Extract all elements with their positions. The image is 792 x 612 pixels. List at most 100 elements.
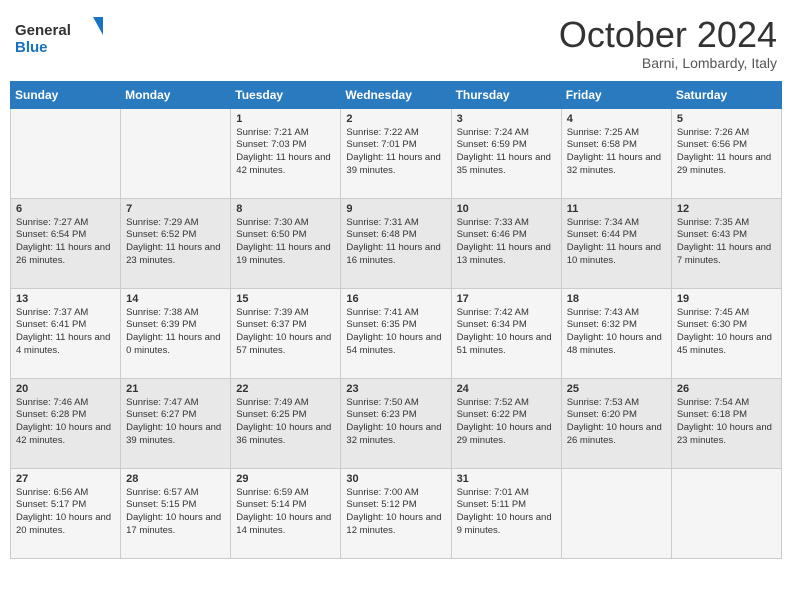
calendar-table: SundayMondayTuesdayWednesdayThursdayFrid… — [10, 81, 782, 559]
calendar-cell: 15 Sunrise: 7:39 AMSunset: 6:37 PMDayligh… — [231, 288, 341, 378]
cell-info: Sunrise: 6:56 AMSunset: 5:17 PMDaylight:… — [16, 487, 115, 538]
logo-svg: General Blue — [15, 15, 105, 60]
cell-info: Sunrise: 7:38 AMSunset: 6:39 PMDaylight:… — [126, 307, 225, 358]
calendar-cell: 23 Sunrise: 7:50 AMSunset: 6:23 PMDayligh… — [341, 378, 451, 468]
cell-info: Sunrise: 7:39 AMSunset: 6:37 PMDaylight:… — [236, 307, 335, 358]
calendar-cell: 18Sunrise: 7:43 AMSunset: 6:32 PMDayligh… — [561, 288, 671, 378]
calendar-cell: 21 Sunrise: 7:47 AMSunset: 6:27 PMDayligh… — [121, 378, 231, 468]
calendar-cell — [671, 468, 781, 558]
calendar-row-4: 20 Sunrise: 7:46 AMSunset: 6:28 PMDayligh… — [11, 378, 782, 468]
calendar-cell: 31 Sunrise: 7:01 AMSunset: 5:11 PMDayligh… — [451, 468, 561, 558]
day-number: 14 — [126, 293, 225, 305]
day-number: 26 — [677, 383, 776, 395]
day-number: 2 — [346, 113, 445, 125]
calendar-cell: 22Sunrise: 7:49 AMSunset: 6:25 PMDayligh… — [231, 378, 341, 468]
cell-info: Sunrise: 7:30 AMSunset: 6:50 PMDaylight:… — [236, 217, 335, 268]
day-number: 6 — [16, 203, 115, 215]
calendar-cell: 27 Sunrise: 6:56 AMSunset: 5:17 PMDayligh… — [11, 468, 121, 558]
cell-info: Sunrise: 7:46 AMSunset: 6:28 PMDaylight:… — [16, 397, 115, 448]
calendar-row-3: 13Sunrise: 7:37 AMSunset: 6:41 PMDayligh… — [11, 288, 782, 378]
calendar-row-1: 1 Sunrise: 7:21 AMSunset: 7:03 PMDaylight… — [11, 108, 782, 198]
calendar-cell — [561, 468, 671, 558]
calendar-cell: 17 Sunrise: 7:42 AMSunset: 6:34 PMDayligh… — [451, 288, 561, 378]
calendar-cell: 1 Sunrise: 7:21 AMSunset: 7:03 PMDaylight… — [231, 108, 341, 198]
cell-info: Sunrise: 7:01 AMSunset: 5:11 PMDaylight:… — [457, 487, 556, 538]
day-number: 27 — [16, 473, 115, 485]
cell-info: Sunrise: 7:49 AMSunset: 6:25 PMDaylight:… — [236, 397, 335, 448]
day-number: 12 — [677, 203, 776, 215]
calendar-cell: 4Sunrise: 7:25 AMSunset: 6:58 PMDaylight… — [561, 108, 671, 198]
cell-info: Sunrise: 7:45 AMSunset: 6:30 PMDaylight:… — [677, 307, 776, 358]
day-number: 9 — [346, 203, 445, 215]
svg-text:Blue: Blue — [15, 39, 48, 56]
cell-info: Sunrise: 7:31 AMSunset: 6:48 PMDaylight:… — [346, 217, 445, 268]
day-number: 24 — [457, 383, 556, 395]
weekday-header-saturday: Saturday — [671, 81, 781, 108]
month-title: October 2024 — [559, 15, 777, 55]
header: General Blue October 2024 Barni, Lombard… — [10, 10, 782, 71]
calendar-cell: 8Sunrise: 7:30 AMSunset: 6:50 PMDaylight… — [231, 198, 341, 288]
cell-info: Sunrise: 7:24 AMSunset: 6:59 PMDaylight:… — [457, 127, 556, 178]
cell-info: Sunrise: 7:43 AMSunset: 6:32 PMDaylight:… — [567, 307, 666, 358]
day-number: 3 — [457, 113, 556, 125]
calendar-cell: 6Sunrise: 7:27 AMSunset: 6:54 PMDaylight… — [11, 198, 121, 288]
calendar-row-2: 6Sunrise: 7:27 AMSunset: 6:54 PMDaylight… — [11, 198, 782, 288]
calendar-cell: 20 Sunrise: 7:46 AMSunset: 6:28 PMDayligh… — [11, 378, 121, 468]
weekday-header-wednesday: Wednesday — [341, 81, 451, 108]
calendar-cell: 5 Sunrise: 7:26 AMSunset: 6:56 PMDaylight… — [671, 108, 781, 198]
cell-info: Sunrise: 7:33 AMSunset: 6:46 PMDaylight:… — [457, 217, 556, 268]
calendar-cell: 24 Sunrise: 7:52 AMSunset: 6:22 PMDayligh… — [451, 378, 561, 468]
weekday-header-row: SundayMondayTuesdayWednesdayThursdayFrid… — [11, 81, 782, 108]
cell-info: Sunrise: 6:57 AMSunset: 5:15 PMDaylight:… — [126, 487, 225, 538]
weekday-header-friday: Friday — [561, 81, 671, 108]
cell-info: Sunrise: 7:54 AMSunset: 6:18 PMDaylight:… — [677, 397, 776, 448]
weekday-header-sunday: Sunday — [11, 81, 121, 108]
calendar-cell: 26 Sunrise: 7:54 AMSunset: 6:18 PMDayligh… — [671, 378, 781, 468]
calendar-cell: 11 Sunrise: 7:34 AMSunset: 6:44 PMDayligh… — [561, 198, 671, 288]
svg-text:General: General — [15, 22, 71, 39]
day-number: 17 — [457, 293, 556, 305]
calendar-cell: 2 Sunrise: 7:22 AMSunset: 7:01 PMDaylight… — [341, 108, 451, 198]
location: Barni, Lombardy, Italy — [559, 55, 777, 71]
day-number: 29 — [236, 473, 335, 485]
cell-info: Sunrise: 7:21 AMSunset: 7:03 PMDaylight:… — [236, 127, 335, 178]
cell-info: Sunrise: 7:29 AMSunset: 6:52 PMDaylight:… — [126, 217, 225, 268]
calendar-cell: 14 Sunrise: 7:38 AMSunset: 6:39 PMDayligh… — [121, 288, 231, 378]
day-number: 10 — [457, 203, 556, 215]
title-area: October 2024 Barni, Lombardy, Italy — [559, 15, 777, 71]
calendar-cell: 12 Sunrise: 7:35 AMSunset: 6:43 PMDayligh… — [671, 198, 781, 288]
cell-info: Sunrise: 7:50 AMSunset: 6:23 PMDaylight:… — [346, 397, 445, 448]
calendar-cell — [121, 108, 231, 198]
day-number: 5 — [677, 113, 776, 125]
calendar-cell: 29Sunrise: 6:59 AMSunset: 5:14 PMDayligh… — [231, 468, 341, 558]
day-number: 31 — [457, 473, 556, 485]
day-number: 1 — [236, 113, 335, 125]
cell-info: Sunrise: 7:26 AMSunset: 6:56 PMDaylight:… — [677, 127, 776, 178]
day-number: 28 — [126, 473, 225, 485]
calendar-cell: 9 Sunrise: 7:31 AMSunset: 6:48 PMDaylight… — [341, 198, 451, 288]
weekday-header-tuesday: Tuesday — [231, 81, 341, 108]
cell-info: Sunrise: 7:47 AMSunset: 6:27 PMDaylight:… — [126, 397, 225, 448]
cell-info: Sunrise: 7:35 AMSunset: 6:43 PMDaylight:… — [677, 217, 776, 268]
weekday-header-monday: Monday — [121, 81, 231, 108]
logo: General Blue — [15, 15, 105, 60]
cell-info: Sunrise: 7:34 AMSunset: 6:44 PMDaylight:… — [567, 217, 666, 268]
cell-info: Sunrise: 7:42 AMSunset: 6:34 PMDaylight:… — [457, 307, 556, 358]
day-number: 20 — [16, 383, 115, 395]
calendar-cell: 16Sunrise: 7:41 AMSunset: 6:35 PMDayligh… — [341, 288, 451, 378]
calendar-cell — [11, 108, 121, 198]
cell-info: Sunrise: 7:52 AMSunset: 6:22 PMDaylight:… — [457, 397, 556, 448]
calendar-cell: 19 Sunrise: 7:45 AMSunset: 6:30 PMDayligh… — [671, 288, 781, 378]
day-number: 15 — [236, 293, 335, 305]
calendar-cell: 28 Sunrise: 6:57 AMSunset: 5:15 PMDayligh… — [121, 468, 231, 558]
day-number: 11 — [567, 203, 666, 215]
calendar-cell: 10 Sunrise: 7:33 AMSunset: 6:46 PMDayligh… — [451, 198, 561, 288]
day-number: 21 — [126, 383, 225, 395]
cell-info: Sunrise: 7:37 AMSunset: 6:41 PMDaylight:… — [16, 307, 115, 358]
cell-info: Sunrise: 7:22 AMSunset: 7:01 PMDaylight:… — [346, 127, 445, 178]
calendar-cell: 25Sunrise: 7:53 AMSunset: 6:20 PMDayligh… — [561, 378, 671, 468]
cell-info: Sunrise: 7:53 AMSunset: 6:20 PMDaylight:… — [567, 397, 666, 448]
day-number: 23 — [346, 383, 445, 395]
day-number: 19 — [677, 293, 776, 305]
calendar-cell: 3 Sunrise: 7:24 AMSunset: 6:59 PMDaylight… — [451, 108, 561, 198]
